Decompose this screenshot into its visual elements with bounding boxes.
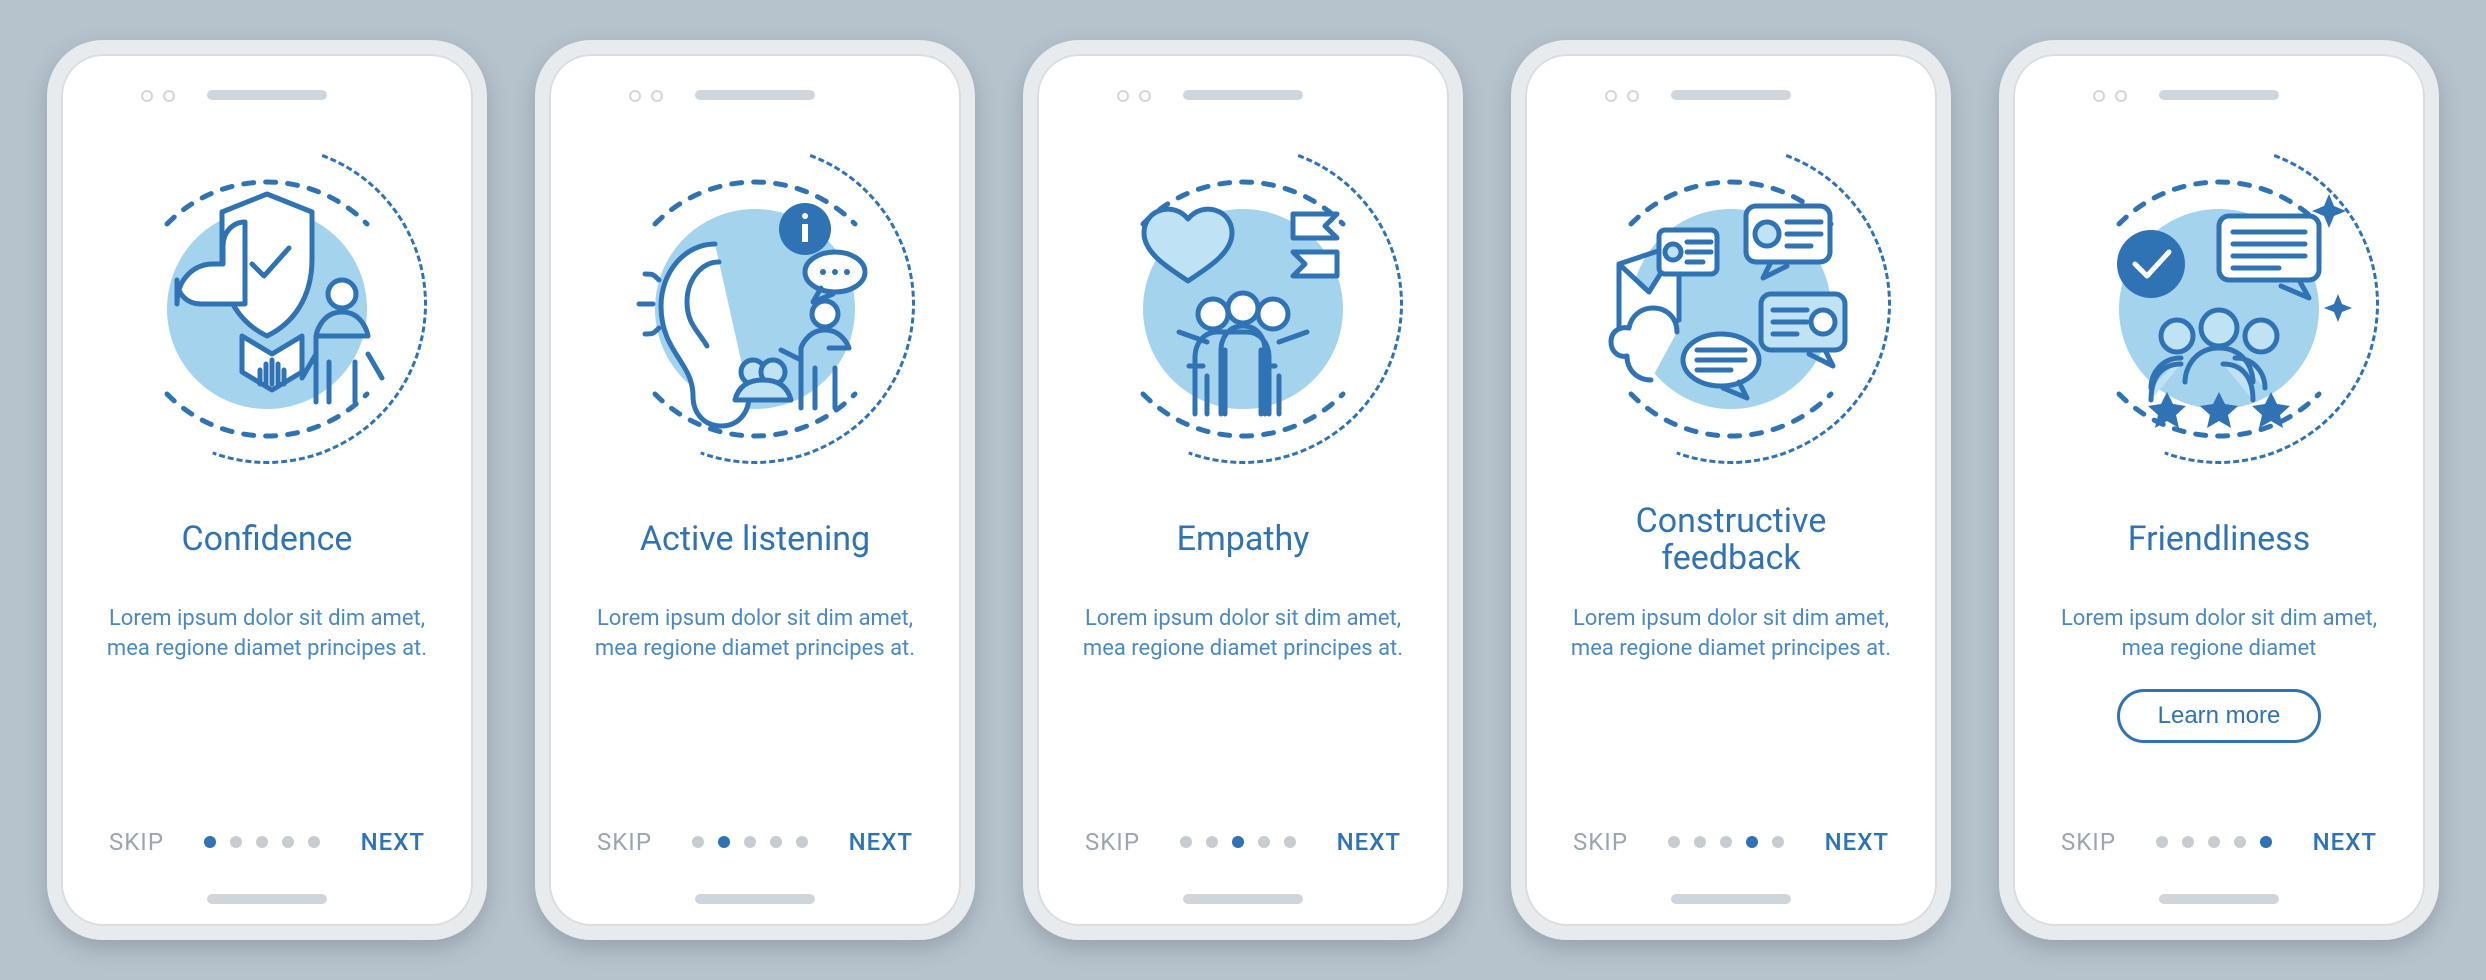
page-dot[interactable]: [692, 836, 704, 848]
page-dots: [692, 836, 808, 848]
page-dots: [2156, 836, 2272, 848]
page-dot[interactable]: [1746, 836, 1758, 848]
next-button[interactable]: NEXT: [361, 828, 425, 856]
phone-mockup: Empathy Lorem ipsum dolor sit dim amet, …: [1023, 40, 1463, 940]
page-dots: [1180, 836, 1296, 848]
home-indicator: [2159, 894, 2279, 904]
next-button[interactable]: NEXT: [2313, 828, 2377, 856]
screen-title: Active listening: [640, 502, 870, 578]
speaker-slot: [1183, 90, 1303, 100]
phone-sensor-row: [2057, 90, 2381, 100]
nav-row: SKIP NEXT: [109, 828, 425, 856]
illustration-chat-bubbles: [1571, 144, 1891, 464]
nav-row: SKIP NEXT: [2061, 828, 2377, 856]
camera-dots: [629, 90, 663, 102]
page-dot[interactable]: [1720, 836, 1732, 848]
phone-sensor-row: [105, 90, 429, 100]
phone-sensor-row: [1569, 90, 1893, 100]
page-dot[interactable]: [282, 836, 294, 848]
screen-title: Constructive feedback: [1569, 502, 1893, 578]
page-dot[interactable]: [2260, 836, 2272, 848]
nav-row: SKIP NEXT: [1085, 828, 1401, 856]
camera-dots: [1117, 90, 1151, 102]
skip-button[interactable]: SKIP: [597, 828, 652, 856]
nav-row: SKIP NEXT: [1573, 828, 1889, 856]
page-dot[interactable]: [2234, 836, 2246, 848]
learn-more-button[interactable]: Learn more: [2117, 689, 2322, 743]
home-indicator: [1671, 894, 1791, 904]
nav-row: SKIP NEXT: [597, 828, 913, 856]
illustration-check-stars: [2059, 144, 2379, 464]
home-indicator: [207, 894, 327, 904]
page-dot[interactable]: [1258, 836, 1270, 848]
page-dot[interactable]: [1284, 836, 1296, 848]
illustration-ear-info: [595, 144, 915, 464]
page-dots: [1668, 836, 1784, 848]
page-dot[interactable]: [718, 836, 730, 848]
screen-description: Lorem ipsum dolor sit dim amet, mea regi…: [1081, 604, 1405, 663]
speaker-slot: [695, 90, 815, 100]
phone-mockup: Constructive feedback Lorem ipsum dolor …: [1511, 40, 1951, 940]
next-button[interactable]: NEXT: [1825, 828, 1889, 856]
illustration-shield-thumb: [107, 144, 427, 464]
screen-description: Lorem ipsum dolor sit dim amet, mea regi…: [2057, 604, 2381, 663]
page-dot[interactable]: [1232, 836, 1244, 848]
speaker-slot: [2159, 90, 2279, 100]
page-dot[interactable]: [1668, 836, 1680, 848]
page-dot[interactable]: [744, 836, 756, 848]
next-button[interactable]: NEXT: [1337, 828, 1401, 856]
phone-mockup: Friendliness Lorem ipsum dolor sit dim a…: [1999, 40, 2439, 940]
illustration-heart-people: [1083, 144, 1403, 464]
screen-title: Friendliness: [2128, 502, 2311, 578]
next-button[interactable]: NEXT: [849, 828, 913, 856]
screen-title: Confidence: [182, 502, 353, 578]
skip-button[interactable]: SKIP: [109, 828, 164, 856]
phone-mockup: Active listening Lorem ipsum dolor sit d…: [535, 40, 975, 940]
speaker-slot: [1671, 90, 1791, 100]
home-indicator: [695, 894, 815, 904]
skip-button[interactable]: SKIP: [2061, 828, 2116, 856]
page-dot[interactable]: [230, 836, 242, 848]
page-dot[interactable]: [796, 836, 808, 848]
skip-button[interactable]: SKIP: [1573, 828, 1628, 856]
camera-dots: [2093, 90, 2127, 102]
page-dot[interactable]: [1180, 836, 1192, 848]
skip-button[interactable]: SKIP: [1085, 828, 1140, 856]
home-indicator: [1183, 894, 1303, 904]
page-dot[interactable]: [1772, 836, 1784, 848]
page-dot[interactable]: [204, 836, 216, 848]
screen-description: Lorem ipsum dolor sit dim amet, mea regi…: [105, 604, 429, 663]
page-dots: [204, 836, 320, 848]
screen-description: Lorem ipsum dolor sit dim amet, mea regi…: [1569, 604, 1893, 663]
page-dot[interactable]: [2182, 836, 2194, 848]
page-dot[interactable]: [1694, 836, 1706, 848]
page-dot[interactable]: [256, 836, 268, 848]
page-dot[interactable]: [2208, 836, 2220, 848]
screen-title: Empathy: [1177, 502, 1310, 578]
phone-mockup: Confidence Lorem ipsum dolor sit dim ame…: [47, 40, 487, 940]
page-dot[interactable]: [2156, 836, 2168, 848]
speaker-slot: [207, 90, 327, 100]
screen-description: Lorem ipsum dolor sit dim amet, mea regi…: [593, 604, 917, 663]
page-dot[interactable]: [308, 836, 320, 848]
camera-dots: [1605, 90, 1639, 102]
camera-dots: [141, 90, 175, 102]
page-dot[interactable]: [770, 836, 782, 848]
phone-sensor-row: [593, 90, 917, 100]
phone-sensor-row: [1081, 90, 1405, 100]
page-dot[interactable]: [1206, 836, 1218, 848]
